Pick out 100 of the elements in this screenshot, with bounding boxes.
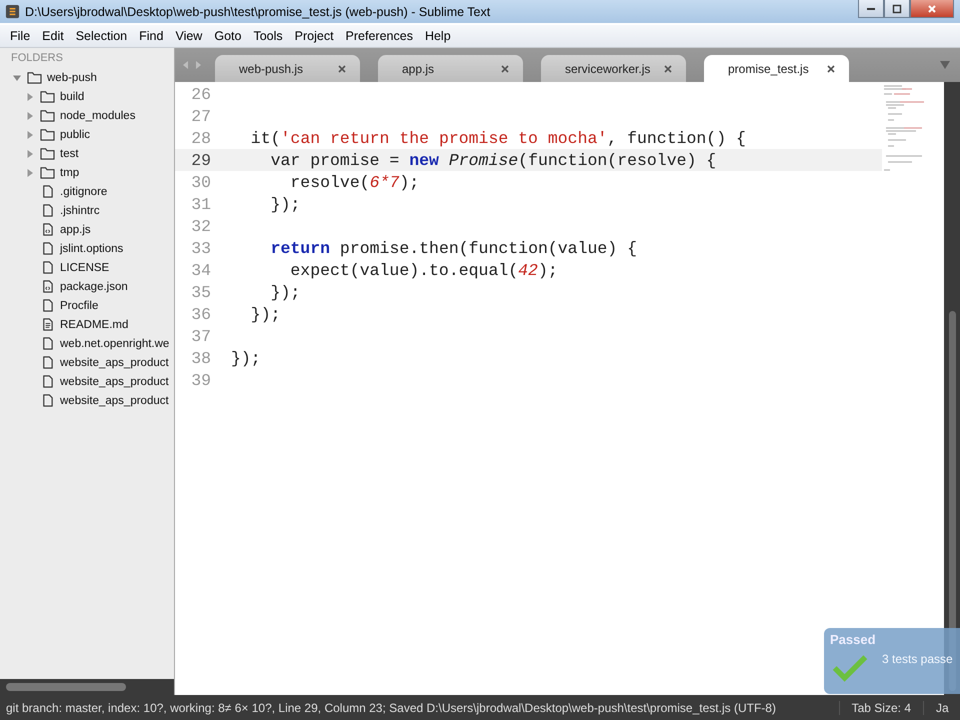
notification-message: 3 tests passe: [882, 652, 953, 666]
close-button[interactable]: [910, 0, 954, 18]
line-number: 31: [190, 194, 211, 214]
code-line: it('can return the promise to mocha', function() {: [250, 128, 746, 148]
window-title: D:\Users\jbrodwal\Desktop\web-push\test\promise_test.js (web-push) - Sublime Text: [25, 4, 492, 18]
tab-navigation-arrows-icon[interactable]: [181, 60, 203, 70]
close-icon: [927, 4, 937, 14]
tab-size-indicator[interactable]: Tab Size: 4: [838, 700, 923, 714]
line-number: 35: [190, 282, 211, 302]
code-line: });: [250, 304, 281, 324]
file-name[interactable]: web.net.openright.we: [60, 338, 170, 350]
menu-item[interactable]: Selection: [70, 29, 134, 43]
folder-icon: [40, 166, 55, 179]
line-number: 26: [190, 84, 211, 104]
dropdown-icon[interactable]: [940, 61, 950, 69]
code-file-icon: [40, 280, 55, 293]
file-icon: [40, 261, 55, 274]
code-file-icon: [40, 223, 55, 236]
file-icon: [40, 394, 55, 407]
maximize-icon: [892, 4, 902, 14]
code-line: return promise.then(function(value) {: [270, 238, 637, 258]
file-icon: [40, 299, 55, 312]
line-number: 38: [190, 348, 211, 368]
line-number: 34: [190, 260, 211, 280]
expand-arrow-icon[interactable]: [26, 112, 34, 120]
close-icon[interactable]: [827, 64, 835, 72]
maximize-button[interactable]: [884, 0, 910, 18]
menu-item[interactable]: Goto: [208, 29, 248, 43]
file-icon: [40, 356, 55, 369]
file-name[interactable]: .gitignore: [60, 186, 108, 198]
line-number: 33: [190, 238, 211, 258]
folder-icon: [40, 147, 55, 160]
folder-name[interactable]: web-push: [47, 72, 97, 84]
file-name[interactable]: LICENSE: [60, 262, 110, 274]
syntax-indicator[interactable]: Ja: [923, 700, 960, 714]
notification-title: Passed: [830, 632, 876, 647]
folder-name[interactable]: public: [60, 128, 90, 140]
editor-tab[interactable]: serviceworker.js: [541, 55, 686, 82]
menu-item[interactable]: Tools: [247, 29, 289, 43]
menu-item[interactable]: View: [169, 29, 208, 43]
line-number: 29: [190, 150, 211, 170]
file-name[interactable]: .jshintrc: [60, 204, 100, 216]
status-text: git branch: master, index: 10?, working: 8≠ 6× 10?, Line 29, Column 23; Saved D:\Users\jbrodwal\Desktop\web-push\test\promise_test.js (UTF-8): [5, 700, 777, 714]
line-number: 27: [190, 106, 211, 126]
file-name[interactable]: Procfile: [60, 300, 98, 312]
code-line: });: [270, 194, 300, 214]
file-name[interactable]: website_aps_product: [60, 376, 169, 388]
menu-item[interactable]: File: [4, 29, 36, 43]
minimize-button[interactable]: [858, 0, 884, 18]
folder-name[interactable]: test: [60, 148, 79, 160]
expand-arrow-icon[interactable]: [13, 74, 21, 82]
code-line: var promise = new Promise(function(resolve) {: [270, 150, 716, 170]
sidebar-header: FOLDERS: [10, 51, 64, 66]
expand-arrow-icon[interactable]: [26, 92, 34, 100]
file-icon: [40, 375, 55, 388]
code-line: });: [270, 282, 300, 302]
file-name[interactable]: website_aps_product: [60, 394, 169, 406]
close-icon[interactable]: [664, 64, 672, 72]
code-line: resolve(6*7);: [289, 172, 420, 192]
file-icon: [40, 242, 55, 255]
close-icon[interactable]: [501, 64, 509, 72]
line-number: 32: [190, 216, 211, 236]
close-icon[interactable]: [338, 64, 346, 72]
file-name[interactable]: app.js: [60, 224, 91, 236]
folder-name[interactable]: build: [60, 90, 84, 102]
line-number: 37: [190, 326, 211, 346]
editor-tab[interactable]: app.js: [378, 55, 523, 82]
folder-name[interactable]: node_modules: [60, 110, 136, 122]
folder-name[interactable]: tmp: [60, 166, 80, 178]
folder-icon: [27, 71, 42, 84]
folder-icon: [40, 109, 55, 122]
menu-item[interactable]: Find: [133, 29, 170, 43]
code-line: });: [231, 348, 261, 368]
line-number: 39: [190, 370, 211, 390]
file-name[interactable]: README.md: [60, 318, 128, 330]
menu-item[interactable]: Project: [288, 29, 340, 43]
file-icon: [40, 185, 55, 198]
expand-arrow-icon[interactable]: [26, 168, 34, 176]
editor-tab[interactable]: web-push.js: [215, 55, 360, 82]
file-icon: [40, 337, 55, 350]
file-name[interactable]: package.json: [60, 280, 128, 292]
file-icon: [40, 204, 55, 217]
minimize-icon: [867, 8, 875, 10]
file-name[interactable]: jslint.options: [60, 242, 124, 254]
editor-tab[interactable]: promise_test.js: [704, 55, 849, 82]
line-number: 36: [190, 304, 211, 324]
scrollbar-thumb[interactable]: [6, 683, 126, 691]
text-file-icon: [40, 318, 55, 331]
app-icon: [5, 4, 20, 19]
code-line: expect(value).to.equal(42);: [289, 260, 558, 280]
folder-icon: [40, 128, 55, 141]
checkmark-icon: [832, 654, 868, 682]
file-name[interactable]: website_aps_product: [60, 356, 169, 368]
menu-item[interactable]: Edit: [36, 29, 70, 43]
menu-item[interactable]: Help: [418, 29, 457, 43]
menu-item[interactable]: Preferences: [340, 29, 419, 43]
expand-arrow-icon[interactable]: [26, 150, 34, 158]
expand-arrow-icon[interactable]: [26, 130, 34, 138]
line-number: 28: [190, 128, 211, 148]
line-number: 30: [190, 172, 211, 192]
